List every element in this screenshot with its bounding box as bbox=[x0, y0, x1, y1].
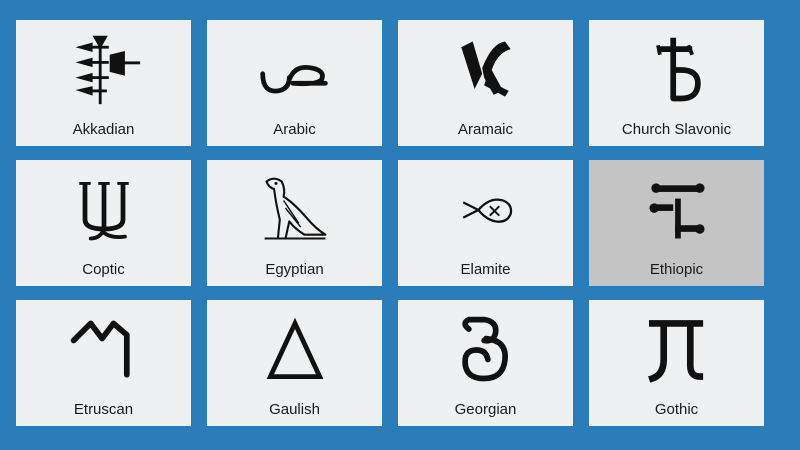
coptic-shai-letter-icon bbox=[16, 174, 191, 246]
arabic-sad-letter-icon bbox=[207, 34, 382, 106]
card-akkadian[interactable]: Akkadian bbox=[16, 20, 191, 146]
card-arabic[interactable]: Arabic bbox=[207, 20, 382, 146]
card-gothic[interactable]: Gothic bbox=[589, 300, 764, 426]
card-label: Church Slavonic bbox=[621, 121, 732, 138]
etruscan-letter-icon bbox=[16, 314, 191, 386]
vulture-hieroglyph-icon bbox=[207, 174, 382, 246]
card-label: Gothic bbox=[654, 401, 699, 418]
elamite-sign-icon bbox=[398, 174, 573, 246]
aramaic-letter-icon bbox=[398, 34, 573, 106]
card-label: Aramaic bbox=[457, 121, 513, 138]
card-label: Coptic bbox=[82, 261, 125, 278]
yat-letter-icon bbox=[589, 34, 764, 106]
card-label: Akkadian bbox=[72, 121, 135, 138]
card-label: Arabic bbox=[273, 121, 316, 138]
card-gaulish[interactable]: Gaulish bbox=[207, 300, 382, 426]
card-label: Elamite bbox=[460, 261, 511, 278]
card-label: Ethiopic bbox=[649, 261, 704, 278]
card-ethiopic[interactable]: Ethiopic bbox=[589, 160, 764, 286]
gothic-letter-icon bbox=[589, 314, 764, 386]
card-aramaic[interactable]: Aramaic bbox=[398, 20, 573, 146]
georgian-letter-icon bbox=[398, 314, 573, 386]
card-church-slavonic[interactable]: Church Slavonic bbox=[589, 20, 764, 146]
ethiopic-letter-icon bbox=[589, 174, 764, 246]
card-label: Georgian bbox=[454, 401, 517, 418]
card-label: Etruscan bbox=[73, 401, 134, 418]
cuneiform-sign-icon bbox=[16, 34, 191, 106]
card-etruscan[interactable]: Etruscan bbox=[16, 300, 191, 426]
card-label: Gaulish bbox=[269, 401, 320, 418]
card-georgian[interactable]: Georgian bbox=[398, 300, 573, 426]
card-label: Egyptian bbox=[265, 261, 324, 278]
delta-letter-icon bbox=[207, 314, 382, 386]
card-egyptian[interactable]: Egyptian bbox=[207, 160, 382, 286]
language-grid: Akkadian Arabic Aramaic Church Slavonic bbox=[16, 20, 764, 426]
card-coptic[interactable]: Coptic bbox=[16, 160, 191, 286]
card-elamite[interactable]: Elamite bbox=[398, 160, 573, 286]
